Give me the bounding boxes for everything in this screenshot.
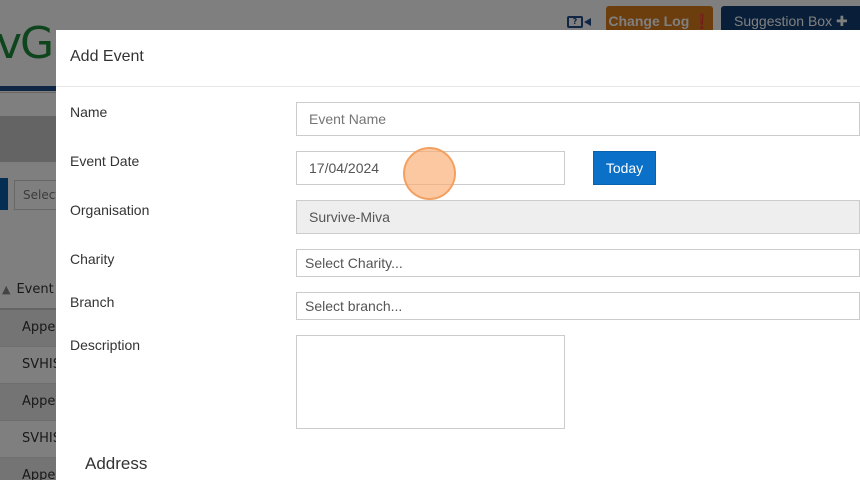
branch-select[interactable]: Select branch...	[296, 292, 860, 320]
organisation-label: Organisation	[70, 202, 150, 218]
branch-label: Branch	[70, 294, 115, 310]
description-textarea[interactable]	[296, 335, 565, 429]
modal-header: Add Event	[56, 30, 860, 87]
event-name-input[interactable]	[296, 102, 860, 136]
event-date-label: Event Date	[70, 153, 140, 169]
address-heading: Address	[85, 454, 148, 473]
add-event-modal: Add Event Name Event Date 17/04/2024 Tod…	[56, 30, 860, 480]
modal-title: Add Event	[70, 48, 144, 65]
click-indicator	[403, 147, 456, 200]
description-label: Description	[70, 337, 141, 353]
charity-label: Charity	[70, 251, 115, 267]
organisation-field: Survive-Miva	[296, 200, 860, 234]
today-button[interactable]: Today	[593, 151, 656, 185]
name-label: Name	[70, 104, 108, 120]
charity-select[interactable]: Select Charity...	[296, 249, 860, 277]
